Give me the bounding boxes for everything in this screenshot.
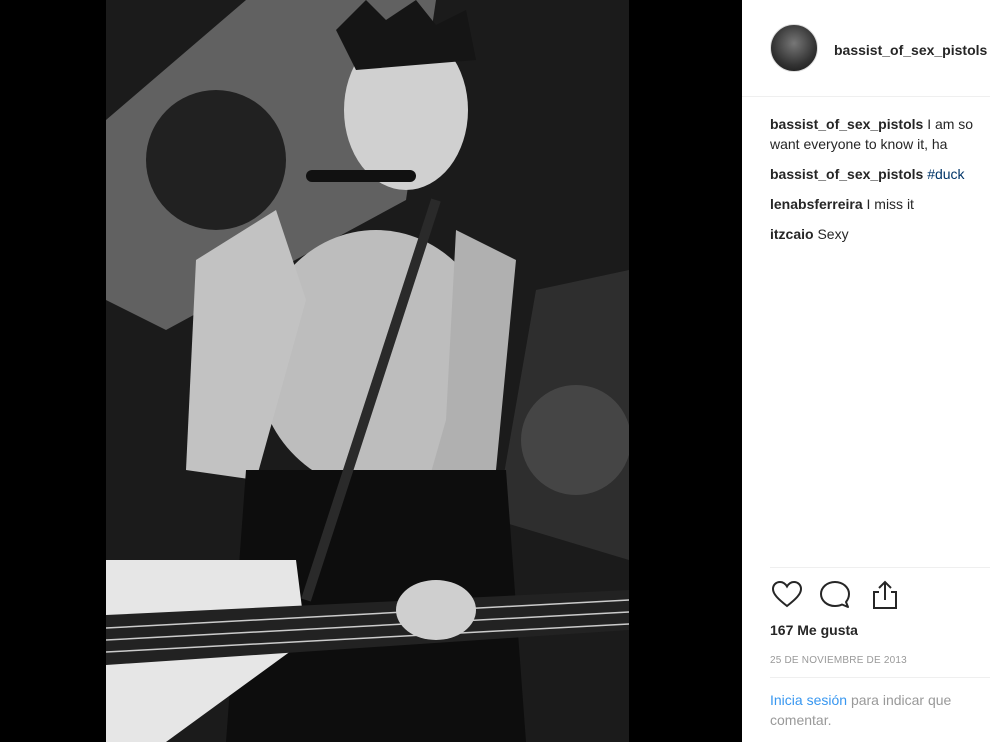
post-date: 25 DE NOVIEMBRE DE 2013 bbox=[770, 655, 907, 666]
login-link[interactable]: Inicia sesión bbox=[770, 692, 847, 708]
post-photo[interactable] bbox=[106, 0, 629, 742]
share-button[interactable] bbox=[868, 578, 904, 614]
heart-icon bbox=[771, 580, 803, 608]
comment-item: itzcaio Sexy bbox=[770, 224, 990, 244]
comment-text: I am so bbox=[927, 116, 974, 132]
comment-username[interactable]: bassist_of_sex_pistols bbox=[770, 166, 923, 182]
comment-item: bassist_of_sex_pistols I am so want ever… bbox=[770, 114, 990, 154]
divider bbox=[770, 677, 990, 678]
comment-hashtag[interactable]: #duck bbox=[927, 166, 964, 182]
like-button[interactable] bbox=[770, 578, 806, 614]
comment-text: Sexy bbox=[817, 226, 849, 242]
comment-item: bassist_of_sex_pistols #duck bbox=[770, 164, 990, 184]
comment-username[interactable]: bassist_of_sex_pistols bbox=[770, 116, 923, 132]
comment-text: I miss it bbox=[866, 196, 914, 212]
comment-icon bbox=[820, 581, 850, 608]
likes-count[interactable]: 167 Me gusta bbox=[770, 622, 858, 638]
comments-list: bassist_of_sex_pistols I am so want ever… bbox=[770, 114, 990, 254]
post-header: bassist_of_sex_pistols bbox=[742, 0, 990, 97]
comment-username[interactable]: lenabsferreira bbox=[770, 196, 863, 212]
divider bbox=[770, 567, 990, 568]
photo-pane bbox=[0, 0, 742, 742]
login-prompt-text-continued: comentar. bbox=[770, 712, 832, 728]
comment-button[interactable] bbox=[818, 578, 854, 614]
comment-username[interactable]: itzcaio bbox=[770, 226, 814, 242]
comment-item: lenabsferreira I miss it bbox=[770, 194, 990, 214]
share-icon bbox=[873, 580, 897, 609]
comment-text-continued: want everyone to know it, ha bbox=[770, 136, 948, 152]
photo-illustration bbox=[106, 0, 629, 742]
avatar[interactable] bbox=[770, 24, 818, 72]
header-username[interactable]: bassist_of_sex_pistols bbox=[834, 42, 987, 58]
post-sidebar: bassist_of_sex_pistols bassist_of_sex_pi… bbox=[742, 0, 990, 742]
login-prompt: Inicia sesión para indicar que comentar. bbox=[770, 690, 990, 730]
login-prompt-text: para indicar que bbox=[850, 692, 952, 708]
